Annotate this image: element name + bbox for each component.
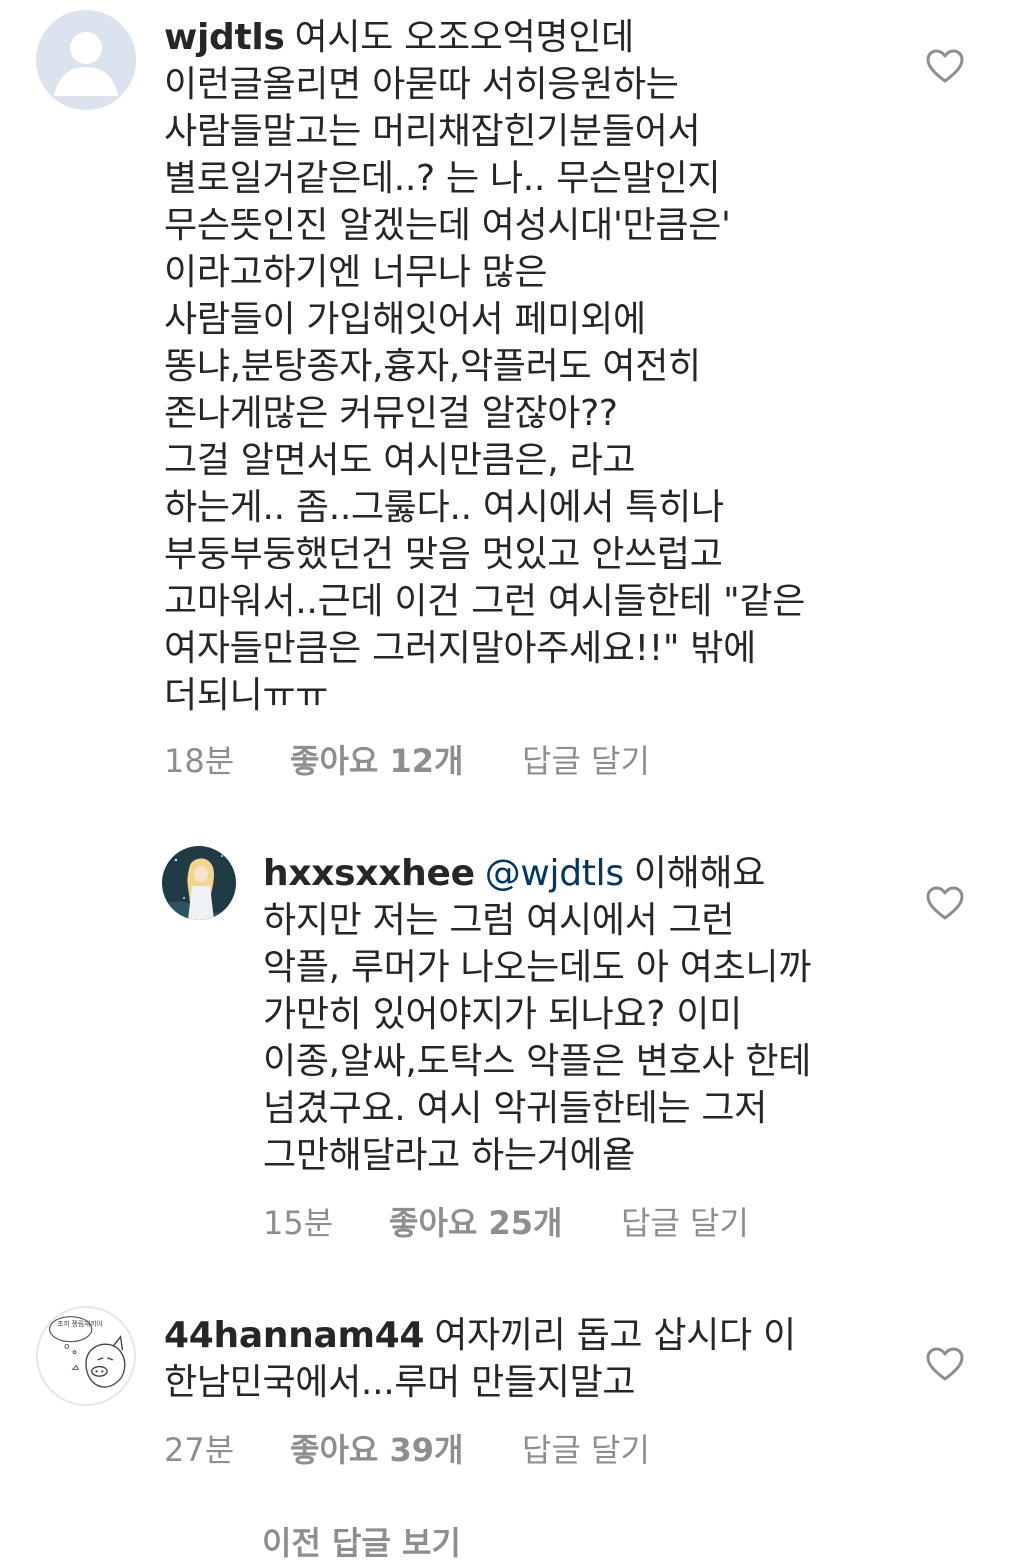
heart-outline-icon[interactable] bbox=[925, 1346, 965, 1382]
anime-girl-avatar[interactable] bbox=[162, 846, 236, 920]
comment-username[interactable]: 44hannam44 bbox=[164, 1315, 424, 1356]
comment-text: hxxsxxhee @wjdtls 이해해요 하지만 저는 그럼 여시에서 그런 악… bbox=[263, 850, 903, 1179]
comment-likes[interactable]: 좋아요 25개 bbox=[389, 1198, 621, 1244]
heart-outline-icon[interactable] bbox=[925, 48, 965, 84]
comment-time: 27분 bbox=[164, 1431, 235, 1469]
view-previous-replies-button[interactable]: 이전 답글 보기 bbox=[262, 1518, 461, 1564]
comment-body: 이해해요 하지만 저는 그럼 여시에서 그런 악플, 루머가 나오는데도 아 여… bbox=[263, 853, 812, 1176]
comment-text: wjdtls 여시도 오조오억명인데 이런글올리면 아묻따 서히응원하는 사람들말… bbox=[164, 14, 884, 719]
comment-username[interactable]: hxxsxxhee bbox=[263, 853, 475, 894]
comment-text: 44hannam44 여자끼리 돕고 삽시다 이 한남민국에서...루머 만들지말… bbox=[164, 1312, 884, 1406]
comment-meta: 18분 좋아요 12개 답글 달기 bbox=[164, 736, 650, 782]
comment-time: 18분 bbox=[164, 742, 235, 780]
default-profile-icon[interactable] bbox=[36, 10, 136, 110]
comment-meta: 27분 좋아요 39개 답글 달기 bbox=[164, 1425, 650, 1471]
comment-likes[interactable]: 좋아요 12개 bbox=[290, 736, 522, 782]
comment-time: 15분 bbox=[263, 1204, 334, 1242]
pig-sketch-avatar[interactable]: 조까 젱림새끼야 bbox=[36, 1306, 136, 1406]
avatar-caption: 조까 젱림새끼야 bbox=[57, 1319, 102, 1328]
comment-meta: 15분 좋아요 25개 답글 달기 bbox=[263, 1198, 749, 1244]
reply-button[interactable]: 답글 달기 bbox=[522, 1425, 650, 1471]
reply-button[interactable]: 답글 달기 bbox=[621, 1198, 749, 1244]
reply-button[interactable]: 답글 달기 bbox=[522, 736, 650, 782]
comment-likes[interactable]: 좋아요 39개 bbox=[290, 1425, 522, 1471]
heart-outline-icon[interactable] bbox=[925, 885, 965, 921]
mention-link[interactable]: @wjdtls bbox=[485, 853, 624, 894]
comment-username[interactable]: wjdtls bbox=[164, 17, 285, 58]
comment-body: 여시도 오조오억명인데 이런글올리면 아묻따 서히응원하는 사람들말고는 머리채… bbox=[164, 17, 806, 716]
